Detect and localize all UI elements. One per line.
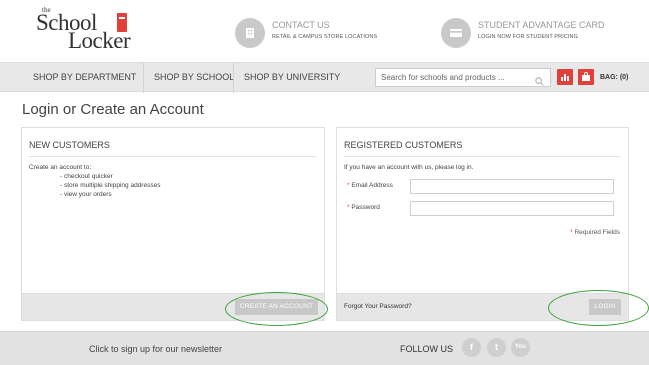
contact-us-subtitle: RETAIL & CAMPUS STORE LOCATIONS xyxy=(272,34,378,40)
newsletter-signup-link[interactable]: Click to sign up for our newsletter xyxy=(89,344,222,354)
school-locker-logo[interactable]: the School Locker xyxy=(36,6,146,52)
shopping-bag-icon[interactable] xyxy=(578,69,594,85)
email-field[interactable] xyxy=(410,179,614,194)
required-star: * xyxy=(347,204,350,211)
nav-shop-by-school[interactable]: SHOP BY SCHOOL xyxy=(145,63,243,93)
new-customers-heading: NEW CUSTOMERS xyxy=(29,140,110,150)
email-label-text: Email Address xyxy=(351,182,393,189)
registered-customers-heading: REGISTERED CUSTOMERS xyxy=(344,140,463,150)
main-navigation: SHOP BY DEPARTMENT SHOP BY SCHOOL SHOP B… xyxy=(0,62,649,93)
registered-footer: Forgot Your Password? LOGIN xyxy=(337,293,628,320)
heading-divider xyxy=(29,156,317,157)
compare-chart-icon[interactable] xyxy=(557,69,573,85)
nav-divider xyxy=(143,63,144,93)
building-icon xyxy=(235,18,265,48)
email-label: * Email Address xyxy=(347,182,393,189)
login-button[interactable]: LOGIN xyxy=(589,299,621,315)
logo-locker: Locker xyxy=(68,28,131,53)
benefit-item: - view your orders xyxy=(60,191,112,198)
required-star: * xyxy=(570,229,573,236)
twitter-icon[interactable]: t xyxy=(487,338,506,357)
new-customers-footer: CREATE AN ACCOUNT xyxy=(22,293,324,320)
site-footer: Click to sign up for our newsletter FOLL… xyxy=(0,331,649,365)
benefit-item: - checkout quicker xyxy=(60,173,113,180)
bag-count[interactable]: BAG: (0) xyxy=(600,63,628,93)
nav-divider xyxy=(233,63,234,93)
site-header: the School Locker CONTACT US RETAIL & CA… xyxy=(0,0,649,62)
heading-divider xyxy=(344,156,621,157)
facebook-glyph: f xyxy=(470,342,473,352)
contact-us-link[interactable]: CONTACT US RETAIL & CAMPUS STORE LOCATIO… xyxy=(235,18,395,48)
registered-customers-panel: REGISTERED CUSTOMERS If you have an acco… xyxy=(336,127,629,321)
password-field[interactable] xyxy=(410,201,614,216)
search-icon[interactable] xyxy=(535,73,544,91)
create-account-button[interactable]: CREATE AN ACCOUNT xyxy=(235,299,318,315)
registered-intro: If you have an account with us, please l… xyxy=(344,164,474,171)
forgot-password-link[interactable]: Forgot Your Password? xyxy=(344,303,412,310)
search-box xyxy=(375,68,551,87)
student-card-subtitle: LOGIN NOW FOR STUDENT PRICING xyxy=(478,34,578,40)
card-icon xyxy=(441,18,471,48)
required-fields-note: * Required Fields xyxy=(570,229,620,236)
twitter-glyph: t xyxy=(495,342,498,352)
facebook-icon[interactable]: f xyxy=(462,338,481,357)
nav-shop-by-department[interactable]: SHOP BY DEPARTMENT xyxy=(24,63,145,93)
student-card-title: STUDENT ADVANTAGE CARD xyxy=(478,20,605,30)
nav-shop-by-university[interactable]: SHOP BY UNIVERSITY xyxy=(235,63,349,93)
password-label-text: Password xyxy=(351,204,380,211)
youtube-glyph: You xyxy=(515,344,526,350)
search-input[interactable] xyxy=(376,69,526,86)
new-customers-panel: NEW CUSTOMERS Create an account to: - ch… xyxy=(21,127,325,321)
new-customers-intro: Create an account to: xyxy=(29,164,92,171)
required-fields-text: Required Fields xyxy=(574,229,620,236)
page: the School Locker CONTACT US RETAIL & CA… xyxy=(0,0,649,365)
student-advantage-card-link[interactable]: STUDENT ADVANTAGE CARD LOGIN NOW FOR STU… xyxy=(441,18,611,48)
follow-us-label: FOLLOW US xyxy=(400,344,454,354)
contact-us-title: CONTACT US xyxy=(272,20,330,30)
youtube-icon[interactable]: You xyxy=(511,338,530,357)
benefit-item: - store multiple shipping addresses xyxy=(60,182,161,189)
page-title: Login or Create an Account xyxy=(22,101,204,118)
required-star: * xyxy=(347,182,350,189)
password-label: * Password xyxy=(347,204,380,211)
